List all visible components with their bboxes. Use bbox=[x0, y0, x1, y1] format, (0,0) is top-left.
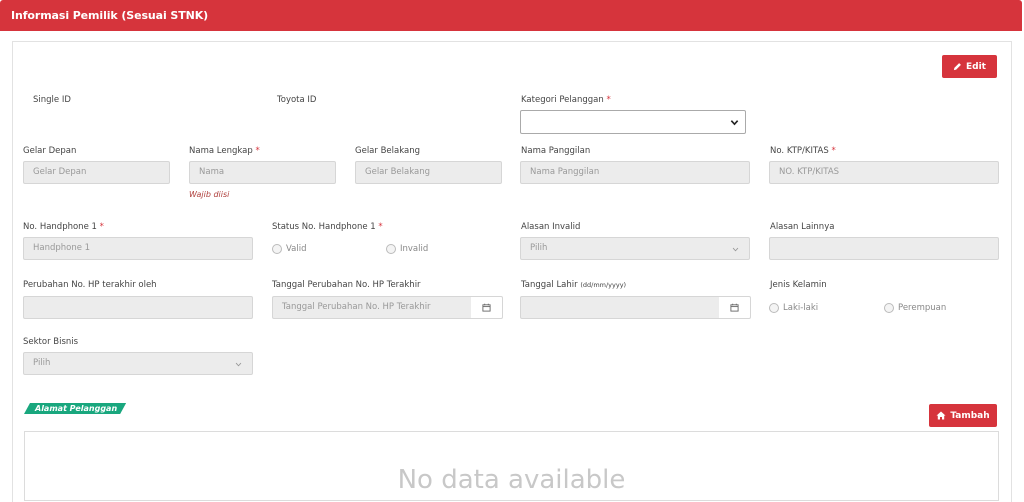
radio-laki-laki[interactable]: Laki-laki bbox=[769, 303, 818, 313]
nama-panggilan-input[interactable]: Nama Panggilan bbox=[520, 161, 750, 184]
handphone-label: No. Handphone 1 * bbox=[23, 222, 104, 232]
tanggal-perubahan-input[interactable]: Tanggal Perubahan No. HP Terakhir bbox=[272, 296, 472, 319]
ktp-input[interactable]: NO. KTP/KITAS bbox=[769, 161, 999, 184]
calendar-icon bbox=[730, 303, 739, 312]
handphone-input[interactable]: Handphone 1 bbox=[23, 237, 253, 260]
tambah-button[interactable]: Tambah bbox=[929, 404, 997, 427]
alamat-table: No data available bbox=[24, 431, 999, 501]
calendar-icon bbox=[482, 303, 491, 312]
nama-lengkap-label: Nama Lengkap * bbox=[189, 146, 260, 156]
edit-button[interactable]: Edit bbox=[942, 55, 997, 78]
gelar-depan-input[interactable]: Gelar Depan bbox=[23, 161, 170, 184]
single-id-label: Single ID bbox=[33, 95, 71, 105]
home-icon bbox=[936, 411, 946, 420]
tanggal-lahir-label: Tanggal Lahir (dd/mm/yyyy) bbox=[521, 280, 627, 290]
chevron-down-icon bbox=[732, 247, 739, 252]
section-title: Informasi Pemilik (Sesuai STNK) bbox=[11, 9, 209, 22]
radio-circle bbox=[769, 303, 779, 313]
nama-lengkap-error: Wajib diisi bbox=[189, 190, 230, 199]
radio-valid[interactable]: Valid bbox=[272, 244, 306, 254]
radio-invalid[interactable]: Invalid bbox=[386, 244, 428, 254]
edit-button-label: Edit bbox=[966, 61, 986, 72]
radio-perempuan[interactable]: Perempuan bbox=[884, 303, 946, 313]
tanggal-perubahan-calendar-button[interactable] bbox=[471, 296, 503, 319]
kategori-pelanggan-label: Kategori Pelanggan * bbox=[521, 95, 611, 105]
perubahan-oleh-input[interactable] bbox=[23, 296, 253, 319]
perubahan-oleh-label: Perubahan No. HP terakhir oleh bbox=[23, 280, 157, 290]
chevron-down-icon bbox=[235, 362, 242, 367]
toyota-id-label: Toyota ID bbox=[277, 95, 317, 105]
pencil-icon bbox=[953, 63, 961, 71]
section-header: Informasi Pemilik (Sesuai STNK) bbox=[0, 0, 1022, 31]
tanggal-perubahan-label: Tanggal Perubahan No. HP Terakhir bbox=[272, 280, 421, 290]
nama-panggilan-label: Nama Panggilan bbox=[521, 146, 591, 156]
tambah-button-label: Tambah bbox=[950, 410, 990, 421]
nama-lengkap-input[interactable]: Nama bbox=[189, 161, 336, 184]
ktp-label: No. KTP/KITAS * bbox=[770, 146, 836, 156]
gelar-belakang-label: Gelar Belakang bbox=[355, 146, 420, 156]
alamat-pelanggan-tag: Alamat Pelanggan bbox=[24, 403, 126, 414]
sektor-bisnis-label: Sektor Bisnis bbox=[23, 337, 79, 347]
tanggal-lahir-calendar-button[interactable] bbox=[719, 296, 751, 319]
no-data-message: No data available bbox=[397, 465, 626, 495]
alasan-lainnya-input[interactable] bbox=[769, 237, 999, 260]
kategori-pelanggan-select[interactable] bbox=[520, 110, 746, 134]
gelar-belakang-input[interactable]: Gelar Belakang bbox=[355, 161, 502, 184]
alasan-lainnya-label: Alasan Lainnya bbox=[770, 222, 835, 232]
radio-circle bbox=[884, 303, 894, 313]
tanggal-lahir-input[interactable] bbox=[520, 296, 720, 319]
sektor-bisnis-select[interactable]: Pilih bbox=[23, 352, 253, 375]
alasan-invalid-label: Alasan Invalid bbox=[521, 222, 581, 232]
radio-circle bbox=[386, 244, 396, 254]
jenis-kelamin-label: Jenis Kelamin bbox=[770, 280, 827, 290]
gelar-depan-label: Gelar Depan bbox=[23, 146, 77, 156]
status-hp-label: Status No. Handphone 1 * bbox=[272, 222, 383, 232]
alasan-invalid-select[interactable]: Pilih bbox=[520, 237, 750, 260]
chevron-down-icon bbox=[730, 120, 739, 126]
radio-circle bbox=[272, 244, 282, 254]
